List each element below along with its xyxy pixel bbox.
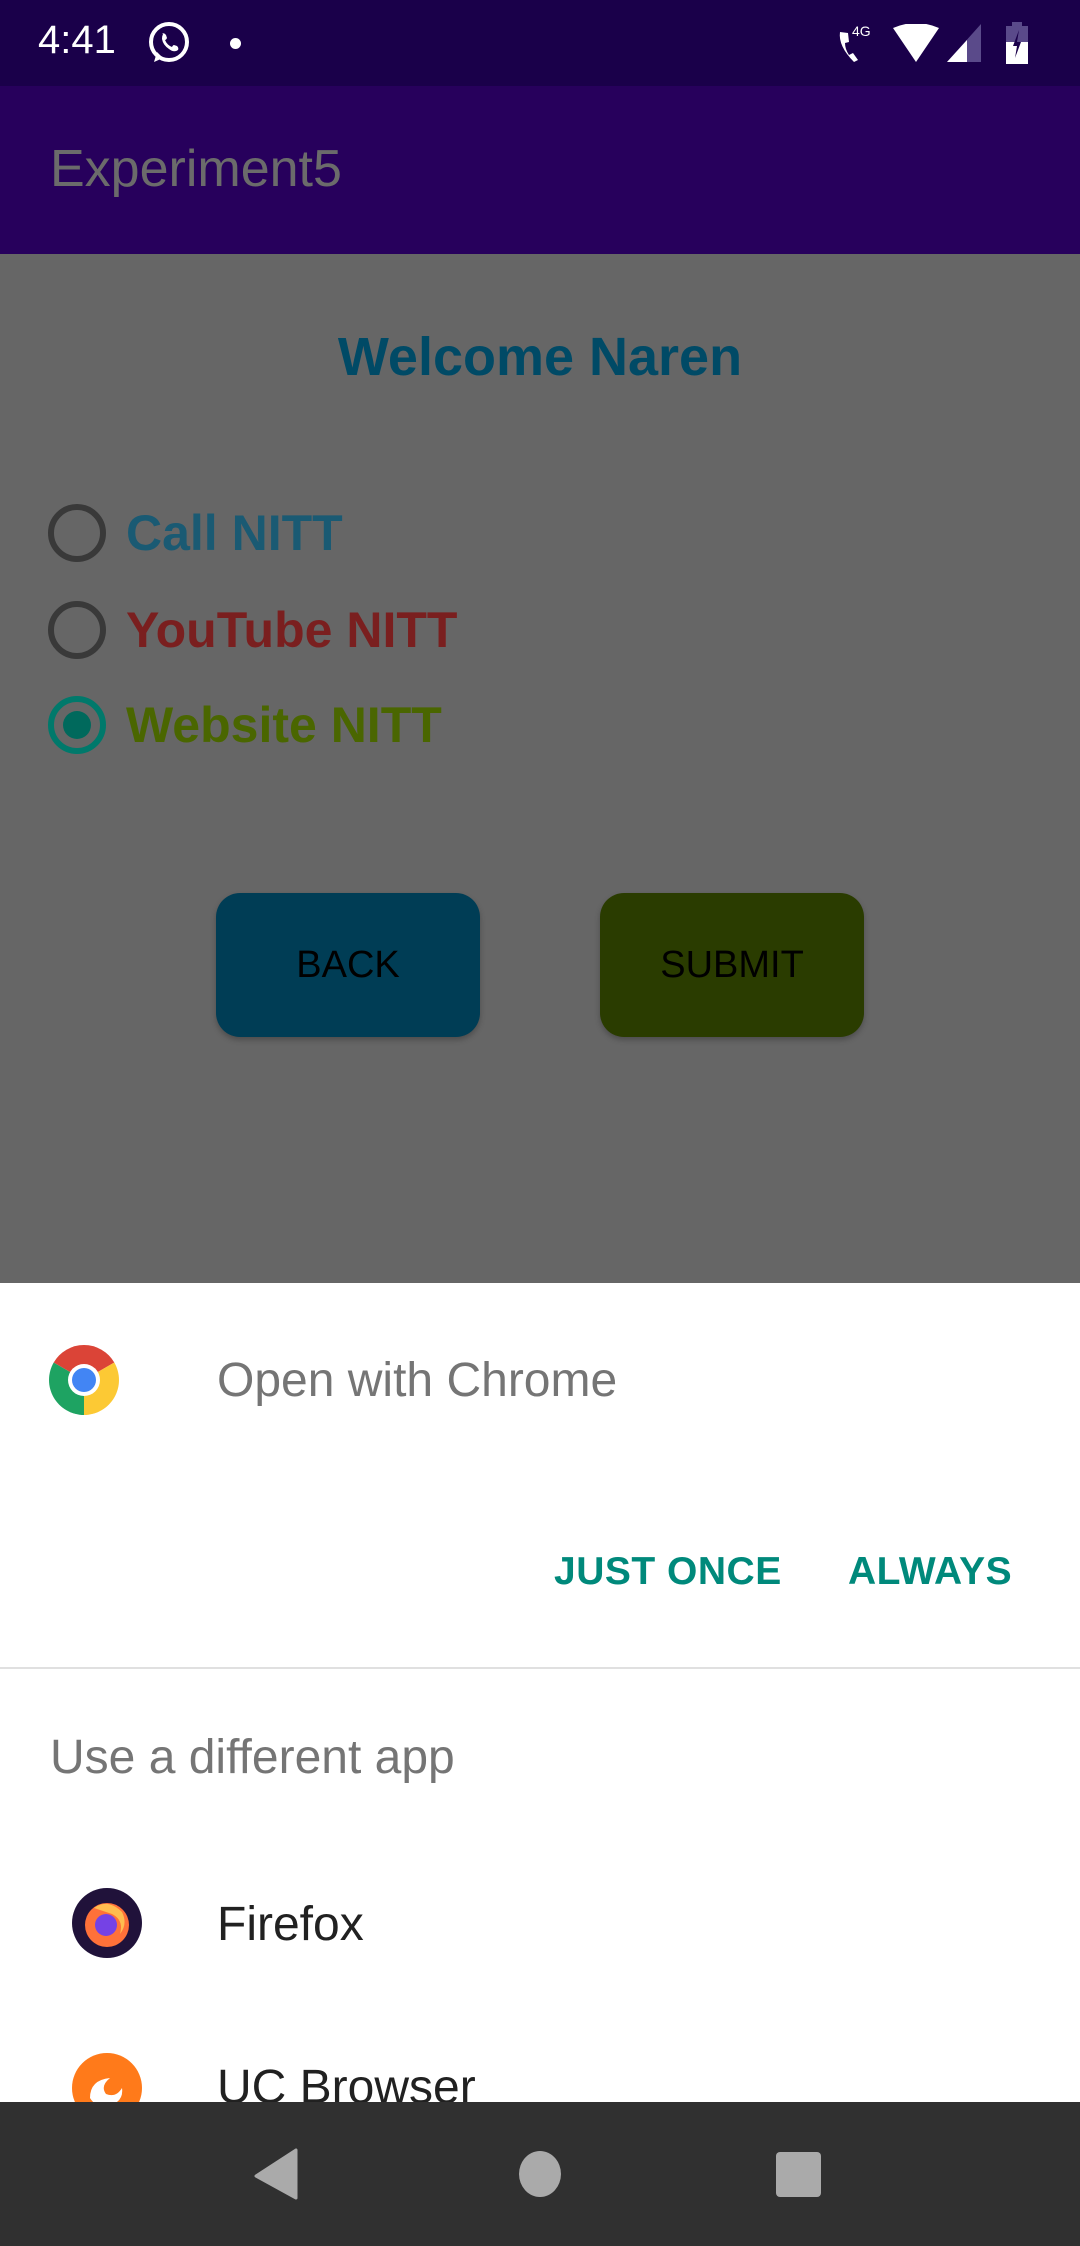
chrome-icon [49, 1345, 119, 1415]
radio-button[interactable] [48, 601, 106, 659]
app-content-scrim[interactable]: Welcome Naren Call NITT YouTube NITT Web… [0, 254, 1080, 1283]
network-label: 4G [852, 23, 871, 39]
radio-website-nitt[interactable]: Website NITT [48, 685, 442, 765]
submit-button[interactable]: SUBMIT [600, 893, 864, 1037]
divider [0, 1667, 1080, 1669]
battery-charging-icon [1006, 22, 1028, 64]
radio-label: Call NITT [126, 505, 343, 561]
radio-youtube-nitt[interactable]: YouTube NITT [48, 590, 457, 670]
app-item-uc-browser[interactable]: UC Browser [0, 2023, 1080, 2102]
cell-signal-icon [947, 24, 981, 62]
open-with-sheet: Open with Chrome JUST ONCE ALWAYS Use a … [0, 1283, 1080, 2102]
app-bar: Experiment5 [0, 86, 1080, 254]
radio-label: Website NITT [126, 697, 442, 753]
welcome-heading: Welcome Naren [337, 327, 743, 387]
wifi-icon [893, 24, 939, 62]
app-title: Experiment5 [50, 140, 342, 198]
just-once-button[interactable]: JUST ONCE [554, 1550, 782, 1594]
different-app-heading: Use a different app [50, 1731, 455, 1784]
uc-browser-icon [72, 2053, 142, 2102]
sheet-title: Open with Chrome [217, 1354, 618, 1407]
nav-home-icon[interactable] [519, 2151, 561, 2197]
app-label: Firefox [217, 1898, 364, 1951]
app-label: UC Browser [217, 2061, 476, 2102]
radio-button-selected[interactable] [48, 696, 106, 754]
firefox-icon [72, 1888, 142, 1958]
wifi-calling-4g-icon: 4G [839, 23, 871, 62]
radio-call-nitt[interactable]: Call NITT [48, 493, 343, 573]
notification-dot-icon [230, 38, 241, 49]
nav-recents-icon[interactable] [776, 2152, 821, 2197]
status-time: 4:41 [38, 18, 116, 62]
status-bar: 4:41 4G [0, 0, 1080, 86]
whatsapp-icon [149, 22, 189, 62]
nav-back-icon[interactable] [254, 2148, 298, 2200]
radio-label: YouTube NITT [126, 602, 458, 658]
always-button[interactable]: ALWAYS [848, 1550, 1012, 1594]
radio-button[interactable] [48, 504, 106, 562]
back-button[interactable]: BACK [216, 893, 480, 1037]
app-item-firefox[interactable]: Firefox [0, 1853, 1080, 1993]
navigation-bar [0, 2102, 1080, 2246]
